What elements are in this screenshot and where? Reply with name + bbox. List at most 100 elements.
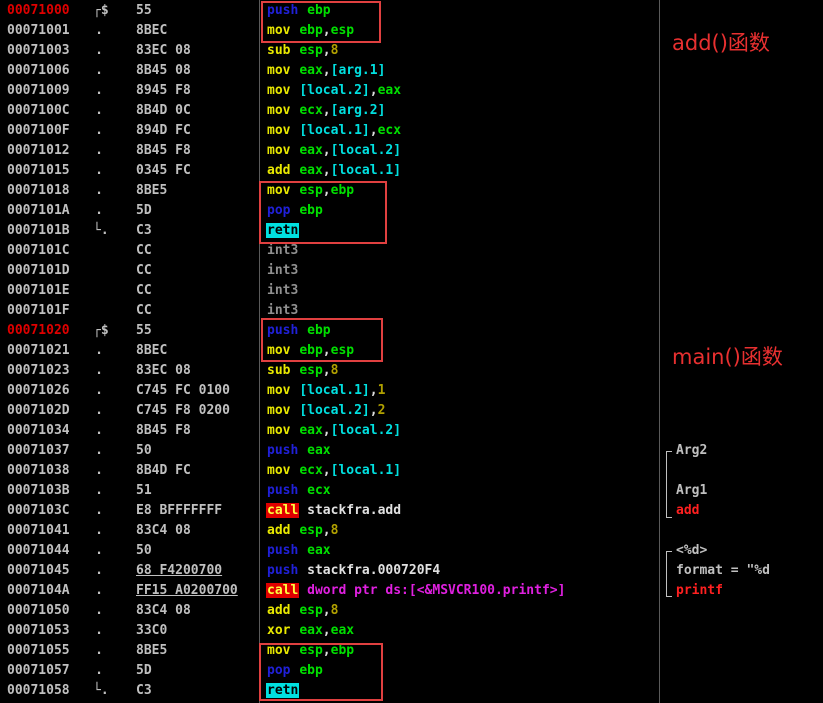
comment-text: Arg2 bbox=[676, 443, 708, 458]
operand: 8 bbox=[330, 43, 339, 58]
table-row[interactable]: 0007101D CC int3 bbox=[0, 261, 823, 281]
hex-bytes: 8BEC bbox=[136, 23, 168, 38]
table-row[interactable]: 00071026. C745 FC 0100 mov [local.1],1 bbox=[0, 381, 823, 401]
table-row[interactable]: 0007101F CC int3 bbox=[0, 301, 823, 321]
operand: , bbox=[369, 83, 378, 98]
operand: , bbox=[322, 463, 331, 478]
hex-bytes: CC bbox=[136, 243, 152, 258]
table-row[interactable]: 0007101C CC int3 bbox=[0, 241, 823, 261]
table-row[interactable]: 0007101E CC int3 bbox=[0, 281, 823, 301]
table-row[interactable]: 00071041. 83C4 08 add esp,8 bbox=[0, 521, 823, 541]
opcode-mnemonic: mov bbox=[267, 463, 291, 478]
disassembly-text: int3 bbox=[266, 281, 658, 301]
column-divider-right[interactable] bbox=[659, 0, 660, 703]
operand: [local.2] bbox=[330, 143, 402, 158]
instruction-address: 0007103C bbox=[7, 503, 70, 518]
opcode-mnemonic: mov bbox=[267, 83, 291, 98]
instruction-address: 00071021 bbox=[7, 343, 70, 358]
flow-marker: . bbox=[95, 23, 103, 38]
operand: , bbox=[322, 623, 331, 638]
table-row[interactable]: 00071006. 8B45 08 mov eax,[arg.1] bbox=[0, 61, 823, 81]
operand: eax bbox=[330, 623, 355, 638]
instruction-address: 0007101A bbox=[7, 203, 70, 218]
table-row[interactable]: 00071050. 83C4 08 add esp,8 bbox=[0, 601, 823, 621]
operand: , bbox=[322, 363, 331, 378]
opcode-mnemonic: mov bbox=[267, 403, 291, 418]
table-row[interactable]: 0007100C. 8B4D 0C mov ecx,[arg.2] bbox=[0, 101, 823, 121]
table-row[interactable]: 0007101B └. C3 retn bbox=[0, 221, 823, 241]
table-row[interactable]: 00071045. 68 F4200700 push stackfra.000720… bbox=[0, 561, 823, 581]
opcode-mnemonic: mov bbox=[267, 383, 291, 398]
table-row[interactable]: 0007102D. C745 F8 0200 mov [local.2],2 bbox=[0, 401, 823, 421]
operand: , bbox=[322, 63, 331, 78]
opcode-mnemonic: int3 bbox=[267, 263, 299, 278]
table-row[interactable]: 00071037. 50 push eax Arg2 bbox=[0, 441, 823, 461]
table-row[interactable]: 0007101A. 5D pop ebp bbox=[0, 201, 823, 221]
column-divider-left[interactable] bbox=[259, 0, 260, 703]
table-row[interactable]: 00071015. 0345 FC add eax,[local.1] bbox=[0, 161, 823, 181]
disassembly-text: mov eax,[local.2] bbox=[266, 421, 658, 441]
flow-marker: . bbox=[95, 583, 103, 598]
disassembly-text: mov [local.2],eax bbox=[266, 81, 658, 101]
flow-marker bbox=[93, 241, 105, 261]
add-function-annotation: add()函数 bbox=[672, 31, 770, 55]
table-row[interactable]: 00071020 ┌$ 55 push ebp bbox=[0, 321, 823, 341]
instruction-address: 00071018 bbox=[7, 183, 70, 198]
operand: esp bbox=[299, 363, 323, 378]
flow-marker: ┌$ bbox=[93, 323, 109, 338]
disassembly-text: mov [local.1],ecx bbox=[266, 121, 658, 141]
table-row[interactable]: 00071055. 8BE5 mov esp,ebp bbox=[0, 641, 823, 661]
table-row[interactable]: 00071058 └. C3 retn bbox=[0, 681, 823, 701]
flow-marker: . bbox=[95, 383, 103, 398]
row-comment: <%d> bbox=[676, 541, 822, 561]
hex-bytes: 83C4 08 bbox=[136, 523, 191, 538]
operand: [local.1] bbox=[299, 123, 370, 138]
instruction-address: 00071000 bbox=[7, 3, 70, 18]
operand: , bbox=[322, 523, 331, 538]
operand: stackfra.add bbox=[307, 503, 402, 518]
table-row[interactable]: 00071044. 50 push eax <%d> bbox=[0, 541, 823, 561]
table-row[interactable]: 00071018. 8BE5 mov esp,ebp bbox=[0, 181, 823, 201]
instruction-address: 0007101F bbox=[7, 303, 70, 318]
hex-bytes: CC bbox=[136, 263, 152, 278]
table-row[interactable]: 00071034. 8B45 F8 mov eax,[local.2] bbox=[0, 421, 823, 441]
table-row[interactable]: 00071000 ┌$ 55 push ebp bbox=[0, 1, 823, 21]
flow-marker: . bbox=[95, 563, 103, 578]
hex-bytes: 83EC 08 bbox=[136, 363, 191, 378]
hex-bytes: 83C4 08 bbox=[136, 603, 191, 618]
flow-marker: . bbox=[95, 603, 103, 618]
instruction-address: 00071055 bbox=[7, 643, 70, 658]
operand: [local.2] bbox=[299, 83, 370, 98]
table-row[interactable]: 00071053. 33C0 xor eax,eax bbox=[0, 621, 823, 641]
instruction-address: 00071050 bbox=[7, 603, 70, 618]
table-row[interactable]: 00071012. 8B45 F8 mov eax,[local.2] bbox=[0, 141, 823, 161]
flow-marker: . bbox=[95, 403, 103, 418]
flow-marker: . bbox=[95, 183, 103, 198]
hex-bytes: FF15 A0200700 bbox=[136, 583, 238, 598]
row-comment: Arg1 bbox=[676, 481, 822, 501]
operand: ecx bbox=[307, 483, 331, 498]
flow-marker: . bbox=[95, 543, 103, 558]
hex-bytes: 50 bbox=[136, 443, 152, 458]
flow-marker: . bbox=[95, 643, 103, 658]
table-row[interactable]: 0007103C. E8 BFFFFFFF call stackfra.add add bbox=[0, 501, 823, 521]
disassembly-text: int3 bbox=[266, 241, 658, 261]
disassembly-text: sub esp,8 bbox=[266, 41, 658, 61]
opcode-mnemonic: xor bbox=[267, 623, 291, 638]
disassembly-text: mov ecx,[local.1] bbox=[266, 461, 658, 481]
hex-bytes: 68 F4200700 bbox=[136, 563, 223, 578]
table-row[interactable]: 0007104A. FF15 A0200700 call dword ptr ds:… bbox=[0, 581, 823, 601]
operand: 8 bbox=[330, 603, 339, 618]
flow-marker: . bbox=[95, 203, 103, 218]
flow-marker: . bbox=[95, 343, 103, 358]
table-row[interactable]: 0007103B. 51 push ecx Arg1 bbox=[0, 481, 823, 501]
hex-bytes: 55 bbox=[136, 3, 152, 18]
opcode-mnemonic: mov bbox=[267, 123, 291, 138]
table-row[interactable]: 00071009. 8945 F8 mov [local.2],eax bbox=[0, 81, 823, 101]
table-row[interactable]: 00071057. 5D pop ebp bbox=[0, 661, 823, 681]
opcode-mnemonic: call bbox=[266, 503, 300, 518]
table-row[interactable]: 00071038. 8B4D FC mov ecx,[local.1] bbox=[0, 461, 823, 481]
comment-text: add bbox=[676, 503, 700, 518]
table-row[interactable]: 0007100F. 894D FC mov [local.1],ecx bbox=[0, 121, 823, 141]
operand: ecx bbox=[299, 463, 323, 478]
